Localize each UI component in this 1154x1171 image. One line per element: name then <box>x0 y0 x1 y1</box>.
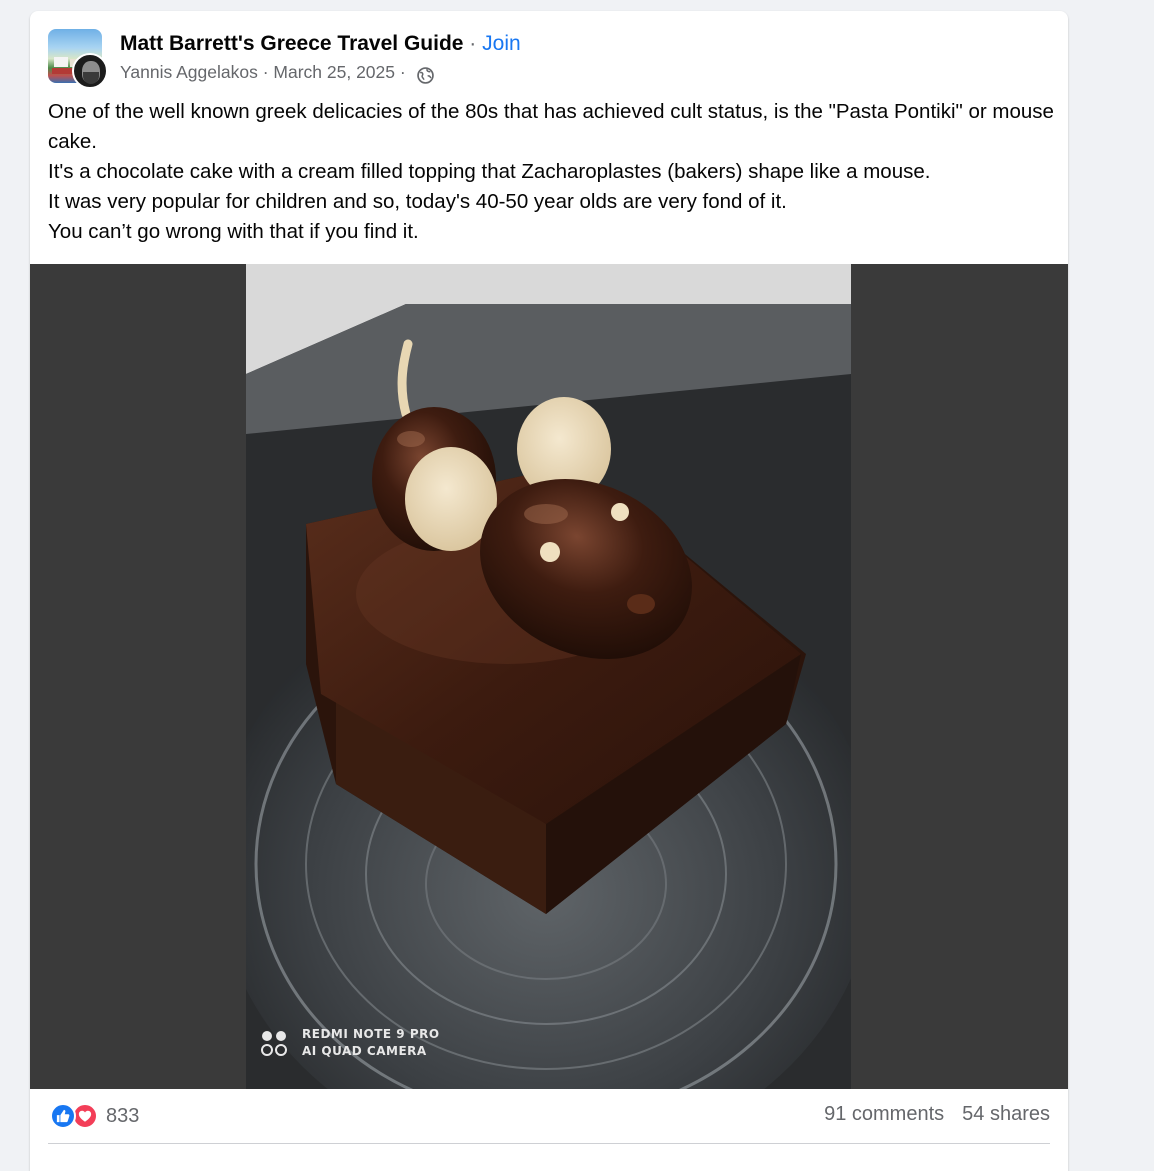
title-separator: · <box>463 32 483 55</box>
meta-separator-2: · <box>395 62 411 82</box>
author-link[interactable]: Yannis Aggelakos <box>120 58 258 86</box>
watermark-line-2: AI QUAD CAMERA <box>302 1044 427 1058</box>
camera-watermark: REDMI NOTE 9 PRO AI QUAD CAMERA <box>260 1026 440 1060</box>
post-text-line: One of the well known greek delicacies o… <box>48 100 1054 153</box>
camera-logo-icon <box>260 1028 290 1058</box>
comments-link[interactable]: 91 comments <box>824 1103 944 1126</box>
post-footer: 833 91 comments 54 shares <box>30 1089 1068 1144</box>
post-header: Matt Barrett's Greece Travel Guide · Joi… <box>120 30 521 86</box>
post-card: Matt Barrett's Greece Travel Guide · Joi… <box>30 11 1068 1171</box>
author-avatar[interactable] <box>72 53 108 89</box>
watermark-line-1: REDMI NOTE 9 PRO <box>302 1027 440 1041</box>
shares-link[interactable]: 54 shares <box>962 1103 1050 1126</box>
join-link[interactable]: Join <box>482 32 521 55</box>
photo-container[interactable]: REDMI NOTE 9 PRO AI QUAD CAMERA <box>30 264 1068 1089</box>
footer-divider <box>48 1143 1050 1144</box>
post-text-line: It's a chocolate cake with a cream fille… <box>48 160 931 183</box>
post-photo[interactable]: REDMI NOTE 9 PRO AI QUAD CAMERA <box>246 264 851 1089</box>
post-text-line: You can’t go wrong with that if you find… <box>48 220 419 243</box>
post-text-line: It was very popular for children and so,… <box>48 190 787 213</box>
reactions-summary[interactable]: 833 <box>50 1103 139 1129</box>
reaction-count[interactable]: 833 <box>106 1105 139 1128</box>
meta-separator: · <box>257 62 274 82</box>
globe-icon[interactable] <box>416 64 434 84</box>
engagement-stats: 91 comments 54 shares <box>824 1103 1050 1126</box>
post-meta: Yannis Aggelakos · March 25, 2025 · <box>120 58 521 86</box>
avatar-stack[interactable] <box>48 29 108 89</box>
title-line: Matt Barrett's Greece Travel Guide · Joi… <box>120 30 521 58</box>
cake-photo-illustration <box>246 264 851 1089</box>
post-body: One of the well known greek delicacies o… <box>48 97 1058 247</box>
group-name-link[interactable]: Matt Barrett's Greece Travel Guide <box>120 32 463 55</box>
like-icon[interactable] <box>50 1103 76 1129</box>
post-date-link[interactable]: March 25, 2025 <box>273 58 395 86</box>
